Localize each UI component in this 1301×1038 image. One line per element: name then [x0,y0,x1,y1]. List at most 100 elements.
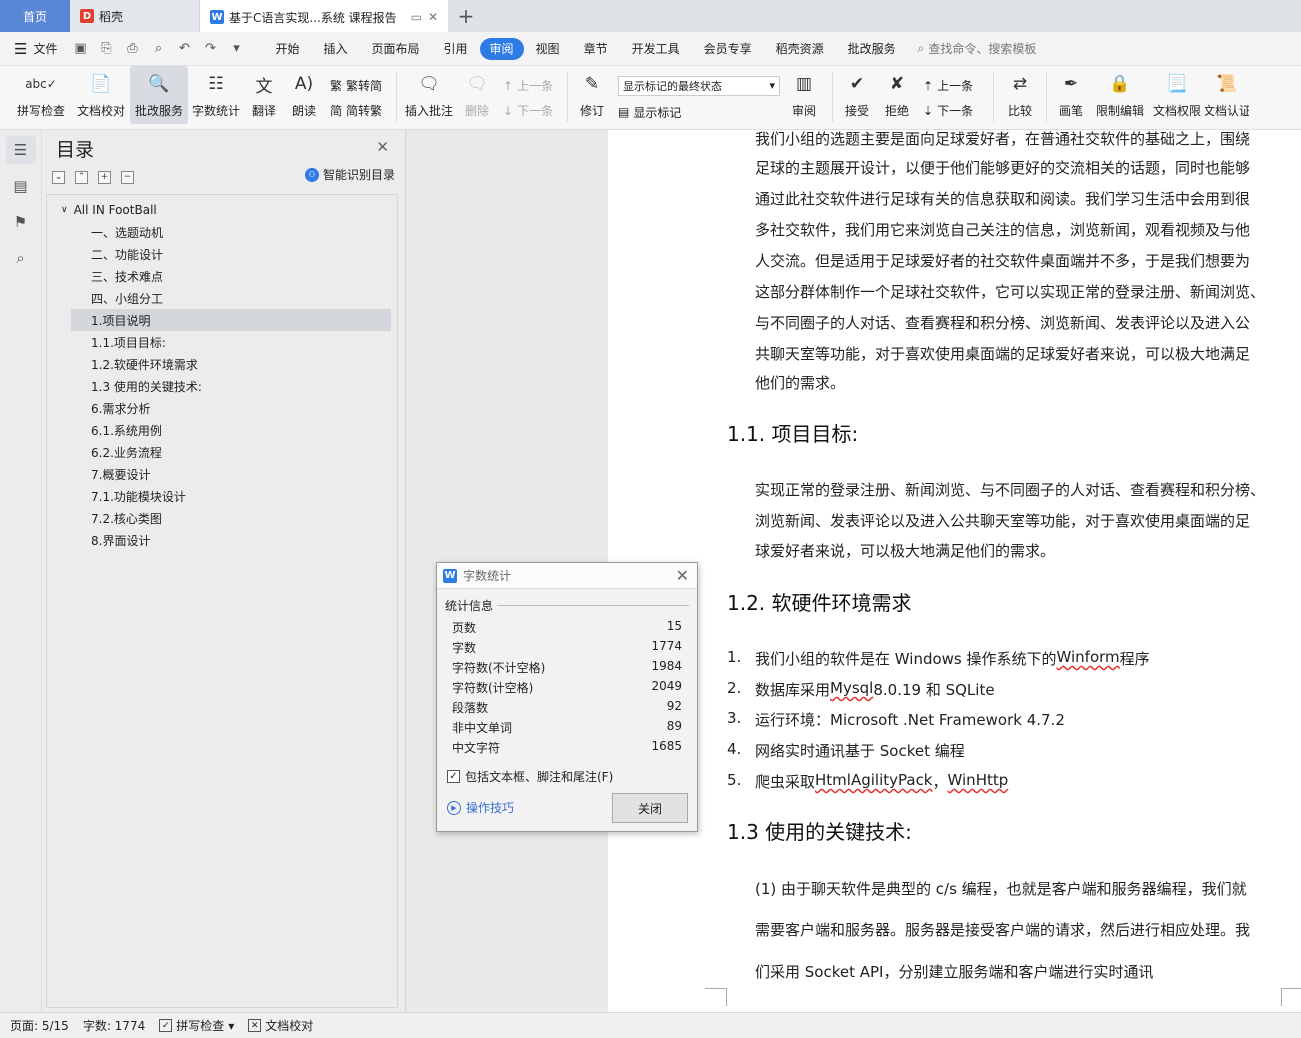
menu-page-layout[interactable]: 页面布局 [360,38,432,60]
close-icon[interactable]: ✕ [376,138,389,156]
review-pane-button[interactable]: ▥ 审阅 [780,66,828,124]
review-service-button[interactable]: 🔍 批改服务 [130,66,188,124]
file-menu[interactable]: ☰ 文件 [14,40,57,58]
next-comment-button[interactable]: ↓ 下一条 [503,102,557,119]
save-icon[interactable]: ▣ [71,41,89,56]
document-page[interactable]: 我们小组的选题主要是面向足球爱好者，在普通社交软件的基础之上，围绕 足球的主题展… [608,130,1301,1012]
insert-comment-label: 插入批注 [404,104,453,118]
toc-item[interactable]: 1.2.软硬件环境需求 [47,353,397,375]
list-text: 爬虫采取 [755,773,816,791]
menu-review[interactable]: 审阅 [479,37,524,60]
toc-item-selected[interactable]: 1.项目说明 [71,309,391,331]
menu-member[interactable]: 会员专享 [692,38,764,60]
pin-icon[interactable]: ▭ [411,10,422,24]
customize-dropdown-icon[interactable]: ▾ [227,41,245,56]
menu-review-service[interactable]: 批改服务 [836,38,908,60]
word-count-indicator[interactable]: 字数: 1774 [83,1017,145,1034]
tab-daoke[interactable]: D 稻壳 [70,0,200,32]
spelling-flag[interactable]: WinHttp [948,771,1009,792]
trad-to-simp-button[interactable]: 繁繁转简 [330,77,386,94]
delete-comment-button[interactable]: 🗨 删除 [457,66,497,124]
simp-to-trad-button[interactable]: 简简转繁 [330,102,386,119]
add-heading-icon[interactable]: + [98,170,111,184]
stat-label: 中文字符 [452,741,501,755]
word-count-button[interactable]: ☷ 字数统计 [188,66,244,124]
toc-item[interactable]: 三、技术难点 [47,265,397,287]
spelling-flag[interactable]: HtmlAgilityPack [815,771,932,792]
toc-item[interactable]: 6.1.系统用例 [47,419,397,441]
prev-comment-button[interactable]: ↑ 上一条 [503,77,557,94]
menu-start[interactable]: 开始 [263,38,311,60]
doc-proof-button[interactable]: 📄 文档校对 [72,66,130,124]
export-pdf-icon[interactable]: ⎘ [97,41,115,56]
undo-icon[interactable]: ↶ [175,41,193,56]
word-count-dialog: W 字数统计 ✕ 统计信息 页数 15 字数 1774 字符数(不计空格) 1984 … [436,562,698,832]
spelling-flag[interactable]: Winform [1057,648,1120,669]
include-textbox-checkbox[interactable]: ✓ 包括文本框、脚注和尾注(F) [447,768,613,785]
doc-permission-button[interactable]: 📃 文档权限 [1149,66,1205,124]
menu-references[interactable]: 引用 [432,38,480,60]
show-markup-button[interactable]: ▤ 显示标记 [618,104,774,121]
menu-sections[interactable]: 章节 [572,38,620,60]
toc-item[interactable]: 8.界面设计 [47,529,397,551]
menu-daoke-resources[interactable]: 稻壳资源 [764,38,836,60]
section-nav-icon[interactable]: ▤ [6,172,36,200]
toc-item[interactable]: 一、选题动机 [47,221,397,243]
collapse-all-icon[interactable]: ⌃ [75,170,88,184]
accept-button[interactable]: ✔ 接受 [837,66,877,124]
menu-insert[interactable]: 插入 [311,38,359,60]
reject-button[interactable]: ✘ 拒绝 [877,66,917,124]
tab-document[interactable]: W 基于C语言实现...系统 课程报告 ▭ ✕ [200,0,448,32]
stat-label: 字数 [452,641,477,655]
menu-view[interactable]: 视图 [524,38,572,60]
close-button[interactable]: 关闭 [612,793,688,823]
toc-item[interactable]: 6.需求分析 [47,397,397,419]
toc-item[interactable]: 二、功能设计 [47,243,397,265]
spellcheck-status[interactable]: ✓ 拼写检查 ▾ [159,1017,234,1034]
translate-button[interactable]: 文 翻译 [244,66,284,124]
print-preview-icon[interactable]: ⌕ [149,41,167,56]
next-change-button[interactable]: ⇣ 下一条 [923,102,983,119]
smart-toc-button[interactable]: ⚇ 智能识别目录 [304,166,395,183]
restrict-edit-button[interactable]: 🔒 限制编辑 [1091,66,1149,124]
stat-row: 非中文单词 89 [452,719,682,736]
insert-comment-button[interactable]: 🗨 插入批注 [401,66,457,124]
toc-item[interactable]: 6.2.业务流程 [47,441,397,463]
toc-item[interactable]: 四、小组分工 [47,287,397,309]
redo-icon[interactable]: ↷ [201,41,219,56]
page-indicator[interactable]: 页面: 5/15 [10,1017,69,1034]
new-tab-button[interactable]: + [448,0,484,32]
close-icon[interactable]: ✕ [676,566,689,585]
menu-developer[interactable]: 开发工具 [620,38,692,60]
print-icon[interactable]: ⎙ [123,41,141,56]
toc-item[interactable]: 1.3 使用的关键技术: [47,375,397,397]
pen-button[interactable]: ✒ 画笔 [1051,66,1091,124]
toc-item[interactable]: 1.1.项目目标: [47,331,397,353]
compare-button[interactable]: ⇄ 比较 [998,66,1042,124]
chevron-down-icon[interactable]: ∨ [61,205,68,215]
display-mode-select[interactable]: 显示标记的最终状态 ▾ [618,75,780,96]
tab-home[interactable]: 首页 [0,0,70,32]
tips-link[interactable]: ▶ 操作技巧 [447,799,514,816]
remove-heading-icon[interactable]: − [121,170,134,184]
lock-icon: 🔒 [1109,74,1131,94]
proof-status[interactable]: ✕ 文档校对 [248,1017,313,1034]
spellcheck-button[interactable]: abc✓ 拼写检查 [10,66,72,124]
toc-item[interactable]: 7.2.核心类图 [47,507,397,529]
spelling-flag[interactable]: Mysql [830,679,873,700]
toc-root-item[interactable]: ∨ All IN FootBall [47,199,397,221]
toc-item[interactable]: 7.1.功能模块设计 [47,485,397,507]
doc-cert-button[interactable]: 📜 文档认证 [1205,66,1249,124]
toc-title: 目录 [56,138,95,161]
close-tab-icon[interactable]: ✕ [428,10,438,24]
prev-change-button[interactable]: ⇡ 上一条 [923,77,983,94]
read-aloud-button[interactable]: A) 朗读 [284,66,324,124]
toc-icon[interactable]: ☰ [5,136,36,164]
toc-item[interactable]: 7.概要设计 [47,463,397,485]
search-icon[interactable]: ⌕ [6,244,36,272]
dialog-titlebar[interactable]: W 字数统计 [437,563,697,589]
command-search[interactable]: ⌕ 查找命令、搜索模板 [918,40,1037,57]
expand-all-icon[interactable]: ⌄ [52,170,65,184]
track-changes-button[interactable]: ✎ 修订 [572,66,612,124]
bookmark-icon[interactable]: ⚑ [6,208,36,236]
